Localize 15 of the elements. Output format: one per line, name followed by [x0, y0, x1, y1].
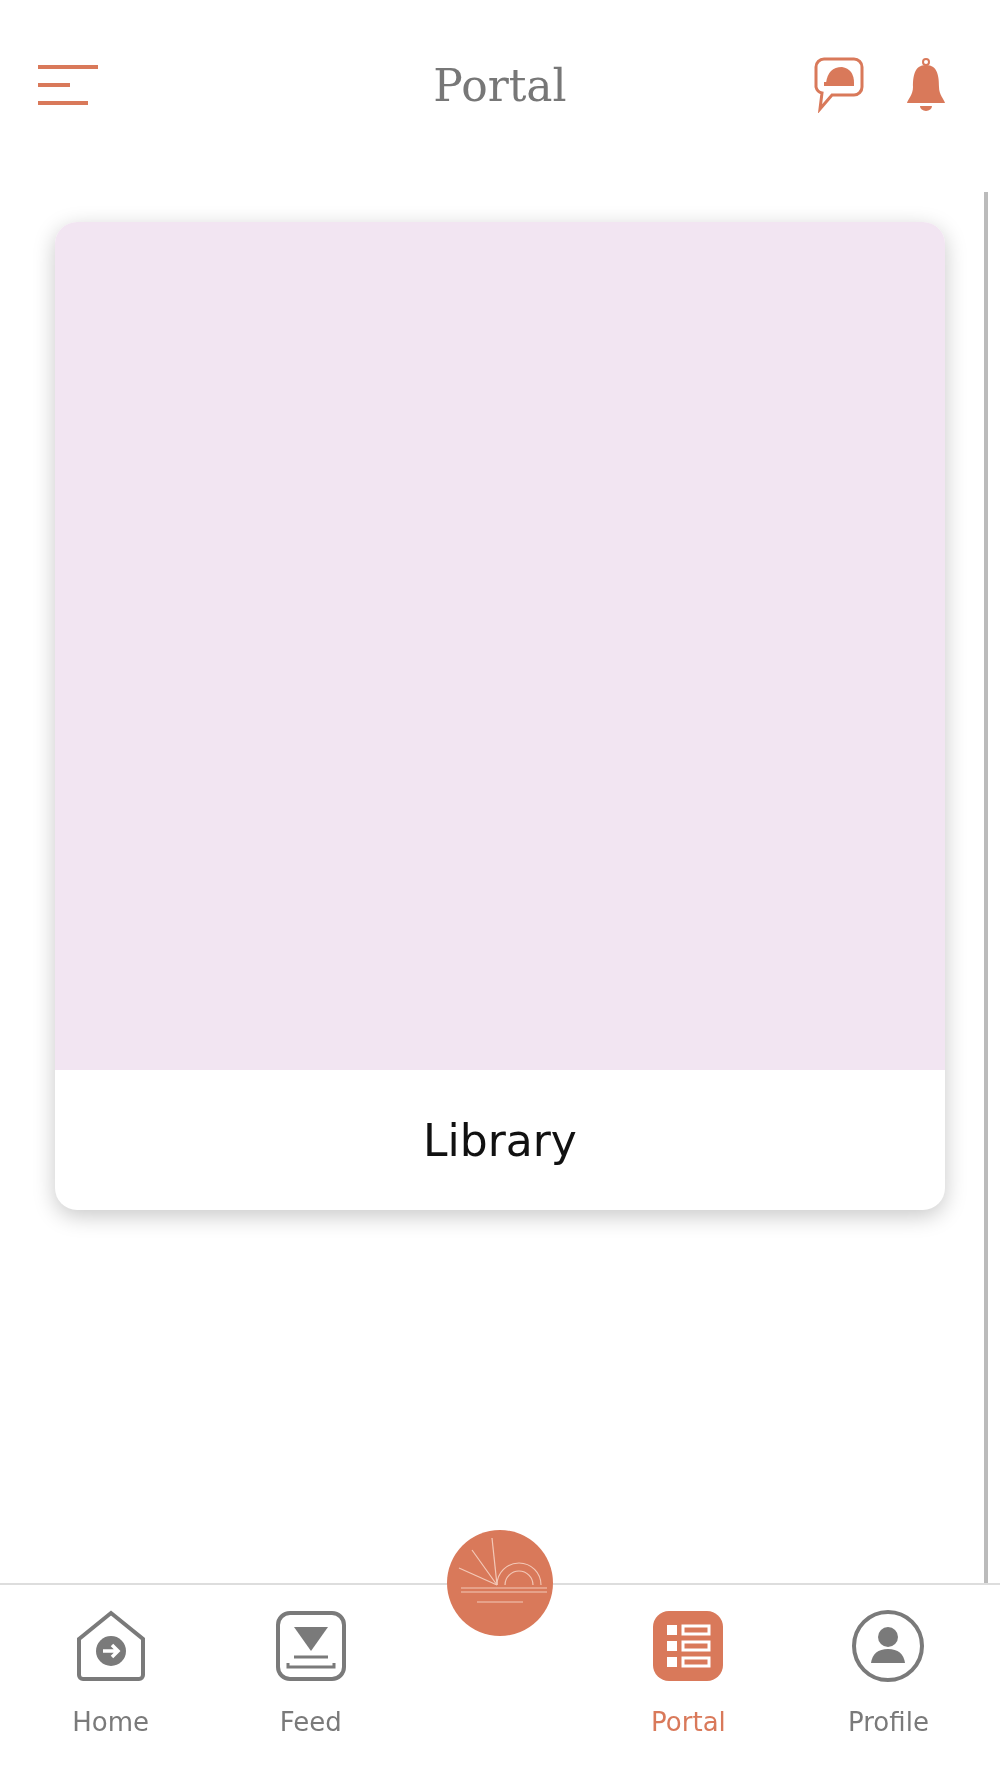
portal-tab[interactable]: Portal	[651, 1585, 726, 1778]
page-title: Portal	[433, 59, 567, 111]
menu-icon[interactable]	[38, 63, 98, 107]
home-tab[interactable]: Home	[72, 1585, 150, 1778]
list-grid-icon	[651, 1609, 726, 1683]
chat-bubble-icon[interactable]	[814, 57, 864, 113]
user-icon	[851, 1609, 926, 1683]
card-title: Library	[422, 1113, 578, 1168]
profile-tab[interactable]: Profile	[848, 1585, 929, 1778]
feed-tab[interactable]: Feed	[273, 1585, 348, 1778]
logo-icon[interactable]	[447, 1530, 553, 1636]
library-card[interactable]: Library	[55, 222, 945, 1210]
scrollbar[interactable]	[984, 192, 988, 1583]
download-tray-icon	[273, 1609, 348, 1683]
bell-icon[interactable]	[904, 57, 948, 113]
